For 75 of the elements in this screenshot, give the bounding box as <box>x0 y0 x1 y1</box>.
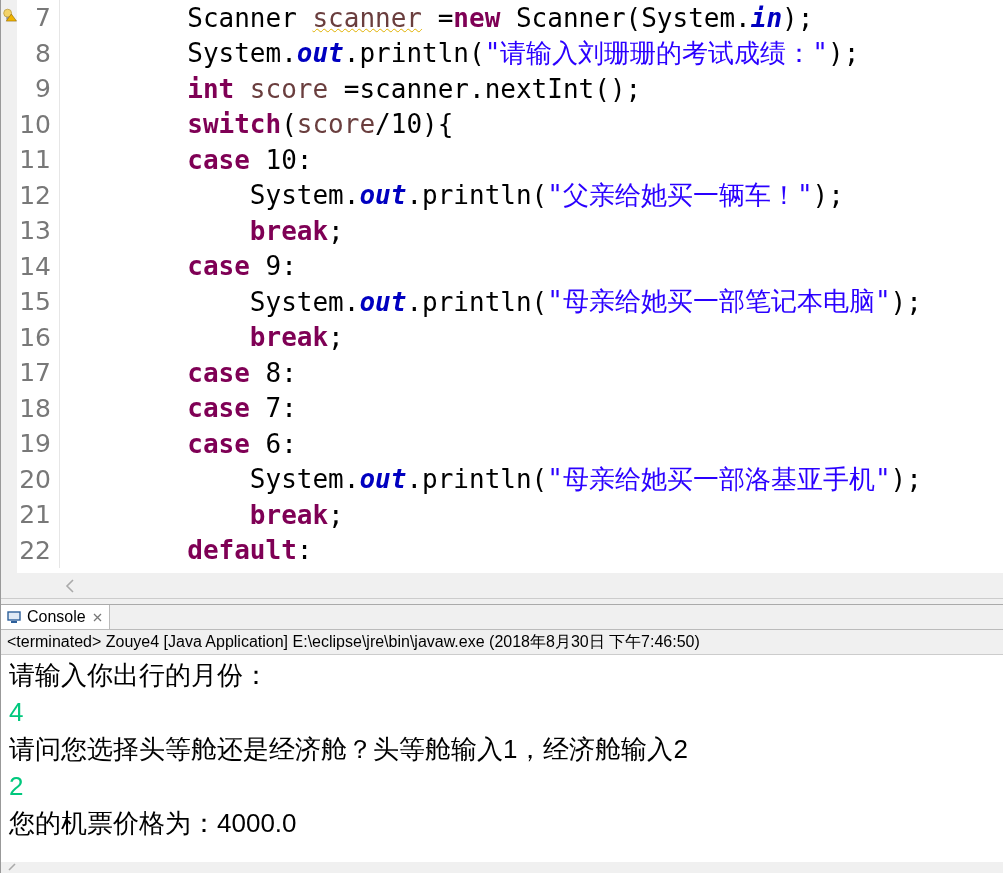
code-text: ; <box>328 215 344 246</box>
line-number: 16 <box>18 322 51 352</box>
code-text: 7: <box>264 393 297 424</box>
field-name: out <box>359 464 407 495</box>
keyword: case <box>186 393 250 424</box>
code-text: ; <box>328 322 344 353</box>
variable: score <box>249 73 329 104</box>
code-text: ); <box>890 464 922 495</box>
line-number: 17 <box>18 358 51 388</box>
code-text: Scanner <box>186 2 298 33</box>
code-text: ); <box>812 180 844 211</box>
line-number: 9 <box>34 74 51 104</box>
line-number: 13 <box>18 216 51 246</box>
code-text: =scanner.nextInt(); <box>342 73 642 104</box>
code-text: .println( <box>406 464 548 495</box>
code-text: System. <box>248 464 360 495</box>
code-text: ); <box>828 38 860 69</box>
keyword: default <box>186 535 297 566</box>
variable: scanner <box>312 2 423 33</box>
keyword: int <box>186 73 236 104</box>
code-text: .println( <box>406 180 548 211</box>
code-text: ); <box>782 2 814 33</box>
variable: score <box>296 109 376 140</box>
keyword: case <box>186 428 250 459</box>
string-literal: "父亲给她买一辆车！" <box>547 178 813 212</box>
input-text: 2 <box>9 770 24 803</box>
code-text: ; <box>328 499 344 530</box>
output-text: 请输入你出行的月份： <box>9 659 269 692</box>
line-number: 19 <box>18 429 51 459</box>
console-tab[interactable]: Console <box>1 605 110 629</box>
line-number: 22 <box>18 535 51 565</box>
keyword: new <box>453 2 501 33</box>
string-literal: "母亲给她买一部洛基亚手机" <box>547 462 891 496</box>
keyword: break <box>248 215 329 246</box>
field-name: out <box>359 286 407 317</box>
line-number: 14 <box>18 251 51 281</box>
input-text: 4 <box>9 696 24 729</box>
keyword: break <box>248 322 329 353</box>
code-text: .println( <box>343 38 485 69</box>
code-text: Scanner(System. <box>514 2 751 33</box>
code-text: 6: <box>264 428 297 459</box>
code-text: System. <box>248 180 360 211</box>
console-status: <terminated> Zouye4 [Java Application] E:\eclipse\jre\bin\javaw.exe (2018年8月30日 下午7:46:50) <box>1 630 1003 655</box>
code-text: System. <box>186 38 297 69</box>
line-number: 18 <box>18 393 51 423</box>
code-text: System. <box>248 286 360 317</box>
keyword: case <box>186 251 250 282</box>
code-text: = <box>436 2 454 33</box>
line-number: 21 <box>18 500 51 530</box>
string-literal: "母亲给她买一部笔记本电脑" <box>547 285 891 319</box>
code-text: : <box>296 535 313 566</box>
line-number: 8 <box>34 38 51 68</box>
code-text: 9: <box>264 251 297 282</box>
line-number: 15 <box>18 287 51 317</box>
field-name: out <box>359 180 407 211</box>
field-name: in <box>750 2 783 33</box>
line-number: 7 <box>34 3 51 33</box>
keyword: break <box>248 499 329 530</box>
line-number: 10 <box>18 109 51 139</box>
output-text: 请问您选择头等舱还是经济舱？头等舱输入1，经济舱输入2 <box>9 733 688 766</box>
code-text: /10){ <box>375 109 454 140</box>
field-name: out <box>296 38 344 69</box>
code-text: 10: <box>264 144 313 175</box>
line-number: 11 <box>18 145 51 175</box>
keyword: switch <box>186 109 282 140</box>
code-text: .println( <box>406 286 548 317</box>
line-number: 12 <box>18 180 51 210</box>
string-literal: "请输入刘珊珊的考试成绩：" <box>484 36 828 70</box>
keyword: case <box>186 144 250 175</box>
output-text: 您的机票价格为：4000.0 <box>9 807 297 840</box>
code-text: 8: <box>264 357 297 388</box>
code-text: ( <box>281 109 297 140</box>
keyword: case <box>186 357 250 388</box>
code-text: ); <box>890 286 922 317</box>
line-number: 20 <box>18 464 51 494</box>
